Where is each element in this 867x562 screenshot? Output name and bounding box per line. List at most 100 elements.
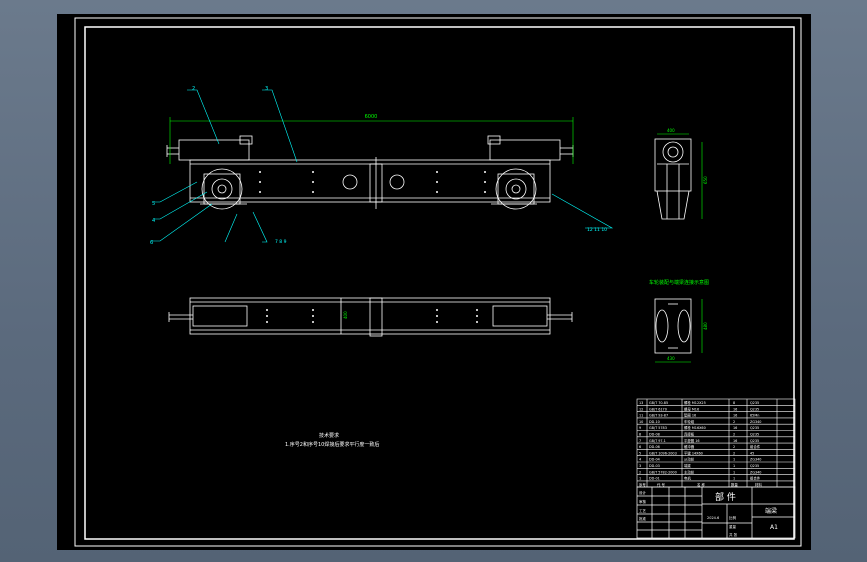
svg-text:数量: 数量 bbox=[731, 482, 738, 487]
section-label: 车轮装配与端梁连接示意图 bbox=[649, 279, 709, 286]
svg-text:Q235: Q235 bbox=[750, 407, 759, 411]
svg-text:9: 9 bbox=[639, 426, 641, 430]
svg-text:65Mn: 65Mn bbox=[750, 414, 759, 418]
svg-text:7: 7 bbox=[639, 439, 641, 443]
svg-text:平键 14X60: 平键 14X60 bbox=[684, 450, 703, 455]
svg-text:DD-08: DD-08 bbox=[649, 433, 660, 437]
svg-text:Q235: Q235 bbox=[750, 439, 759, 443]
dim-detail-width-text: 430 bbox=[667, 356, 675, 361]
svg-text:序号: 序号 bbox=[639, 482, 646, 487]
dim-side bbox=[657, 133, 703, 219]
svg-text:5: 5 bbox=[639, 451, 641, 455]
svg-text:ZG340: ZG340 bbox=[750, 458, 761, 462]
svg-text:螺栓 M12X25: 螺栓 M12X25 bbox=[684, 400, 706, 405]
leader-label-4: 4 bbox=[152, 218, 155, 224]
svg-text:垫圈 16: 垫圈 16 bbox=[684, 413, 696, 418]
bom-header: 序号 代 号 名 称 数量 材料 bbox=[639, 482, 762, 487]
bom-row: 6 DD-06 缓冲器 2 组合件 bbox=[639, 444, 761, 449]
svg-text:2: 2 bbox=[733, 420, 735, 424]
bom-row: 9 GB/T 5783 螺栓 M16X60 16 Q235 bbox=[639, 425, 759, 430]
tb-weight: 重量 bbox=[729, 524, 737, 529]
svg-text:13: 13 bbox=[639, 401, 643, 405]
tb-sheet: 共 张 bbox=[729, 532, 738, 537]
bom-row: 1 DD-01 电机 1 组合件 bbox=[639, 476, 761, 481]
svg-text:车轮组: 车轮组 bbox=[684, 419, 695, 424]
svg-text:平垫圈 16: 平垫圈 16 bbox=[684, 438, 700, 443]
svg-text:缓冲器: 缓冲器 bbox=[684, 444, 695, 449]
title-zh: 部 件 bbox=[715, 491, 736, 503]
dim-total-length-text: 6000 bbox=[365, 114, 378, 120]
svg-text:DD-06: DD-06 bbox=[649, 445, 660, 449]
drawing-name: 端梁 bbox=[765, 507, 777, 515]
svg-text:从动轮: 从动轮 bbox=[684, 457, 695, 462]
leader-label-3: 3 bbox=[265, 86, 268, 92]
svg-text:1: 1 bbox=[639, 477, 641, 481]
svg-text:GB/T 1096-2003: GB/T 1096-2003 bbox=[649, 451, 677, 455]
front-view[interactable] bbox=[166, 135, 574, 210]
bolt-holes-front bbox=[259, 171, 486, 193]
tb-approve: 批准 bbox=[639, 516, 647, 521]
svg-text:1: 1 bbox=[733, 470, 735, 474]
bom-row: 2 GB/T 5782-2000 主动轮 1 ZG340 bbox=[639, 469, 761, 474]
svg-text:DD-03: DD-03 bbox=[649, 464, 660, 468]
svg-text:4: 4 bbox=[639, 458, 641, 462]
svg-text:1: 1 bbox=[733, 458, 735, 462]
svg-text:电机: 电机 bbox=[684, 476, 691, 481]
svg-text:DD-04: DD-04 bbox=[649, 458, 660, 462]
leader-label-6: 6 bbox=[150, 240, 153, 246]
plan-view[interactable] bbox=[168, 297, 573, 337]
svg-text:GB/T 6170: GB/T 6170 bbox=[649, 407, 667, 411]
svg-text:Q235: Q235 bbox=[750, 464, 759, 468]
leader-label-121110: 12 11 10 bbox=[587, 227, 607, 233]
bom-row: 10 DD-10 车轮组 2 ZG340 bbox=[639, 419, 761, 424]
svg-text:主动轮: 主动轮 bbox=[684, 469, 695, 474]
leader-label-5: 5 bbox=[152, 201, 155, 207]
svg-text:1: 1 bbox=[733, 477, 735, 481]
svg-text:GB/T 93-87: GB/T 93-87 bbox=[649, 414, 668, 418]
note-line-1: 1.序号2和序号10焊接后要求平行度一致后 bbox=[285, 441, 379, 448]
bom-rows: 13 GB/T 70-85 螺栓 M12X25 8 Q235 12 GB/T 6170 螺母… bbox=[639, 400, 762, 487]
svg-text:16: 16 bbox=[733, 414, 737, 418]
svg-text:1: 1 bbox=[733, 464, 735, 468]
svg-text:GB/T 70-85: GB/T 70-85 bbox=[649, 401, 668, 405]
bom-row: 5 GB/T 1096-2003 平键 14X60 2 45 bbox=[639, 450, 754, 455]
svg-text:组合件: 组合件 bbox=[750, 476, 761, 481]
bom-row: 7 GB/T 97.1 平垫圈 16 16 Q235 bbox=[639, 438, 759, 443]
wheel-detail[interactable] bbox=[654, 298, 692, 354]
side-view[interactable] bbox=[654, 138, 692, 220]
svg-text:6: 6 bbox=[639, 445, 641, 449]
svg-text:GB/T 97.1: GB/T 97.1 bbox=[649, 439, 666, 443]
svg-text:16: 16 bbox=[733, 407, 737, 411]
svg-text:2: 2 bbox=[733, 445, 735, 449]
svg-text:螺栓 M16X60: 螺栓 M16X60 bbox=[684, 425, 706, 430]
svg-text:12: 12 bbox=[639, 407, 643, 411]
svg-text:2: 2 bbox=[733, 433, 735, 437]
svg-text:端梁: 端梁 bbox=[684, 463, 691, 468]
svg-text:DD-01: DD-01 bbox=[649, 477, 660, 481]
note-heading: 技术要求 bbox=[319, 432, 339, 439]
dim-side-height-text: 650 bbox=[703, 176, 708, 184]
sheet-size: A1 bbox=[770, 524, 778, 531]
cad-viewport[interactable]: 6000 2 3 5 4 6 7 8 9 12 11 10 400 400 65… bbox=[57, 14, 811, 550]
svg-text:ZG340: ZG340 bbox=[750, 470, 761, 474]
svg-text:16: 16 bbox=[733, 426, 737, 430]
tb-designer: 设计 bbox=[639, 490, 647, 495]
svg-text:GB/T 5783: GB/T 5783 bbox=[649, 426, 667, 430]
leader-label-789: 7 8 9 bbox=[275, 239, 287, 245]
svg-text:Q235: Q235 bbox=[750, 426, 759, 430]
svg-text:8: 8 bbox=[733, 401, 735, 405]
svg-text:Q235: Q235 bbox=[750, 401, 759, 405]
tb-process: 工艺 bbox=[639, 508, 647, 513]
dim-detail-height-text: 480 bbox=[703, 322, 708, 330]
bom-row: 8 DD-08 连接板 2 Q235 bbox=[639, 432, 759, 437]
bom-row: 3 DD-03 端梁 1 Q235 bbox=[639, 463, 759, 468]
svg-text:代 号: 代 号 bbox=[657, 482, 665, 487]
bom-row: 13 GB/T 70-85 螺栓 M12X25 8 Q235 bbox=[639, 400, 759, 405]
svg-text:材料: 材料 bbox=[755, 482, 762, 487]
svg-text:11: 11 bbox=[639, 414, 643, 418]
svg-text:45: 45 bbox=[750, 451, 754, 455]
svg-text:Q235: Q235 bbox=[750, 433, 759, 437]
dim-total-length bbox=[169, 117, 574, 164]
tb-check: 审核 bbox=[639, 499, 647, 504]
tb-scale: 比例 bbox=[729, 515, 737, 520]
